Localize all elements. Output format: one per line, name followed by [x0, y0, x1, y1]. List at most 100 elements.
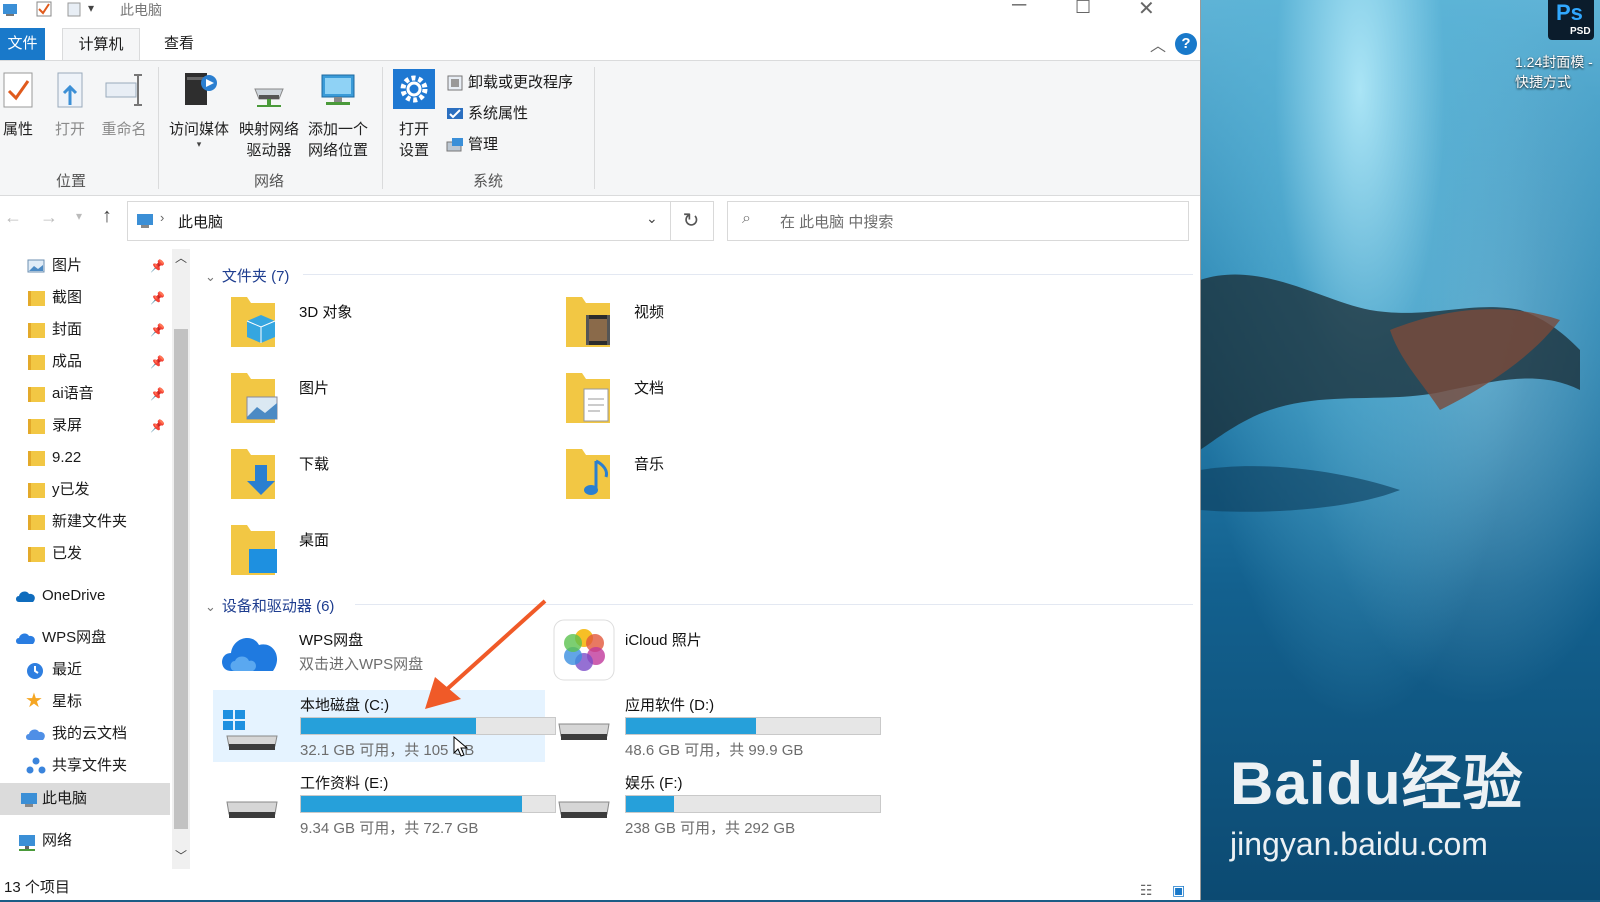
title-bar: ▾ 此电脑 ─ ☐ ✕ — [0, 0, 1200, 22]
folder-documents[interactable]: 文档 — [560, 367, 860, 437]
address-bar[interactable]: › 此电脑 ⌄ — [127, 201, 671, 241]
close-icon[interactable]: ✕ — [1138, 0, 1155, 21]
system-properties-button[interactable]: 系统属性 — [446, 102, 528, 126]
pin-icon[interactable]: 📌 — [150, 282, 165, 314]
drive-f-tile[interactable]: 娱乐 (F:) 238 GB 可用，共 292 GB — [553, 768, 885, 840]
sidebar-item-new-folder[interactable]: 新建文件夹 — [0, 506, 170, 538]
sidebar-item-shared-folder[interactable]: 共享文件夹 — [0, 750, 170, 782]
map-drive-label-1: 映射网络 — [238, 121, 299, 138]
sidebar-item-recordings[interactable]: 录屏 📌 — [0, 410, 170, 442]
search-input[interactable]: 在 此电脑 中搜索 — [780, 211, 893, 232]
network-drive-icon — [254, 88, 284, 107]
sidebar-item-this-pc[interactable]: 此电脑 — [0, 783, 170, 815]
sidebar-item-y-sent[interactable]: y已发 — [0, 474, 170, 506]
sidebar-item-label: 共享文件夹 — [52, 757, 128, 774]
sidebar-item-finished[interactable]: 成品 📌 — [0, 346, 170, 378]
sidebar-item-9-22[interactable]: 9.22 — [0, 442, 170, 474]
section-divider — [303, 274, 1193, 275]
documents-folder-icon — [566, 373, 610, 423]
sidebar-item-ai-voice[interactable]: ai语音 📌 — [0, 378, 170, 410]
ribbon-panel: 属性 打开 重命名 位置 访问媒体 ▾ 映射网络 驱动器 添加一个 网络位置 网… — [0, 60, 1200, 196]
rename-button[interactable]: 重命名 — [100, 71, 148, 140]
folder-icon — [28, 355, 45, 370]
drive-usage-bar — [300, 717, 556, 735]
folders-section-title: 文件夹 (7) — [221, 268, 290, 285]
pin-icon[interactable]: 📌 — [150, 314, 165, 346]
drive-usage-fill — [301, 796, 522, 812]
icloud-photos-tile[interactable]: iCloud 照片 — [553, 619, 883, 683]
devices-section-header[interactable]: ⌄ 设备和驱动器 (6) — [205, 595, 334, 616]
back-arrow-icon[interactable]: ← — [4, 207, 22, 228]
sidebar-item-pictures[interactable]: 图片 📌 — [0, 250, 170, 282]
sidebar-item-label: 我的云文档 — [52, 725, 128, 742]
new-folder-quick-icon[interactable] — [66, 1, 82, 17]
large-icons-view-icon[interactable]: ▣ — [1172, 878, 1185, 902]
open-settings-button[interactable]: 打开 设置 — [390, 69, 438, 161]
folder-label: 音乐 — [634, 456, 665, 473]
folder-pictures[interactable]: 图片 — [225, 367, 525, 437]
uninstall-program-button[interactable]: 卸载或更改程序 — [446, 71, 573, 95]
collapse-ribbon-icon[interactable]: ︿ — [1150, 32, 1166, 56]
folder-3d-objects[interactable]: 3D 对象 — [225, 291, 525, 361]
drive-free-space: 32.1 GB 可用，共 105 GB — [300, 742, 475, 759]
help-icon[interactable]: ? — [1175, 33, 1197, 55]
sidebar-item-network[interactable]: 网络 — [0, 825, 170, 857]
maximize-icon[interactable]: ☐ — [1075, 0, 1091, 18]
forward-arrow-icon[interactable]: → — [40, 207, 58, 228]
sidebar-item-starred[interactable]: ★ 星标 — [0, 686, 170, 718]
sidebar-item-label: 图片 — [52, 257, 83, 274]
minimize-icon[interactable]: ─ — [1012, 0, 1026, 17]
open-button[interactable]: 打开 — [52, 71, 88, 140]
drive-e-tile[interactable]: 工作资料 (E:) 9.34 GB 可用，共 72.7 GB — [213, 768, 556, 840]
pin-icon[interactable]: 📌 — [150, 410, 165, 442]
folder-music[interactable]: 音乐 — [560, 443, 860, 513]
photoshop-shortcut-icon[interactable]: Ps PSD — [1548, 0, 1594, 40]
add-network-location-button[interactable]: 添加一个 网络位置 — [304, 69, 372, 161]
recent-locations-icon[interactable]: ▾ — [76, 209, 82, 223]
scroll-up-icon[interactable]: ︿ — [175, 249, 187, 266]
access-media-button[interactable]: 访问媒体 ▾ — [166, 69, 232, 149]
refresh-button[interactable]: ↻ — [669, 201, 714, 241]
folders-section-header[interactable]: ⌄ 文件夹 (7) — [205, 265, 289, 286]
scrollbar-thumb[interactable] — [174, 329, 188, 829]
sidebar-item-label: 最近 — [52, 661, 83, 678]
tab-file[interactable]: 文件 — [0, 28, 45, 60]
properties-button[interactable]: 属性 — [0, 71, 36, 140]
3d-objects-folder-icon — [231, 297, 276, 347]
folder-desktop[interactable]: 桌面 — [225, 519, 525, 589]
this-pc-icon — [21, 793, 37, 807]
folder-videos[interactable]: 视频 — [560, 291, 860, 361]
quick-access-dropdown-icon[interactable]: ▾ — [88, 1, 94, 15]
access-media-dropdown-icon[interactable]: ▾ — [166, 140, 232, 149]
sidebar-item-my-cloud-docs[interactable]: 我的云文档 — [0, 718, 170, 750]
search-icon: ⌕ — [742, 210, 751, 227]
sidebar-item-sent[interactable]: 已发 — [0, 538, 170, 570]
folder-icon — [28, 483, 45, 498]
sidebar-item-screenshots[interactable]: 截图 📌 — [0, 282, 170, 314]
tab-view[interactable]: 查看 — [150, 28, 208, 60]
sidebar-item-recent[interactable]: 最近 — [0, 654, 170, 686]
sidebar-item-wps-cloud[interactable]: WPS网盘 — [0, 622, 170, 654]
scroll-down-icon[interactable]: ﹀ — [175, 847, 187, 864]
tab-computer[interactable]: 计算机 — [62, 28, 140, 61]
sidebar-item-covers[interactable]: 封面 📌 — [0, 314, 170, 346]
up-arrow-icon[interactable]: ↑ — [102, 205, 112, 228]
pin-icon[interactable]: 📌 — [150, 378, 165, 410]
add-location-label-2: 网络位置 — [307, 142, 368, 159]
breadcrumb[interactable]: 此电脑 — [178, 211, 223, 232]
pin-icon[interactable]: 📌 — [150, 346, 165, 378]
breadcrumb-chevron-icon[interactable]: › — [160, 210, 164, 225]
properties-quick-icon[interactable] — [36, 1, 52, 17]
drive-d-tile[interactable]: 应用软件 (D:) 48.6 GB 可用，共 99.9 GB — [553, 690, 885, 762]
pin-icon[interactable]: 📌 — [150, 250, 165, 282]
sidebar-scrollbar[interactable]: ︿ ﹀ — [172, 249, 190, 869]
search-box[interactable]: ⌕ 在 此电脑 中搜索 — [727, 201, 1189, 241]
sidebar-item-onedrive[interactable]: OneDrive — [0, 580, 170, 612]
sidebar-item-label: 封面 — [52, 321, 83, 338]
folder-downloads[interactable]: 下载 — [225, 443, 525, 513]
manage-button[interactable]: 管理 — [446, 133, 498, 157]
address-dropdown-icon[interactable]: ⌄ — [646, 210, 658, 227]
map-network-drive-button[interactable]: 映射网络 驱动器 — [236, 69, 302, 161]
details-view-icon[interactable]: ☷ — [1140, 878, 1153, 902]
desktop-shortcut-label[interactable]: 1.24封面模 - 快捷方式 — [1515, 52, 1600, 92]
